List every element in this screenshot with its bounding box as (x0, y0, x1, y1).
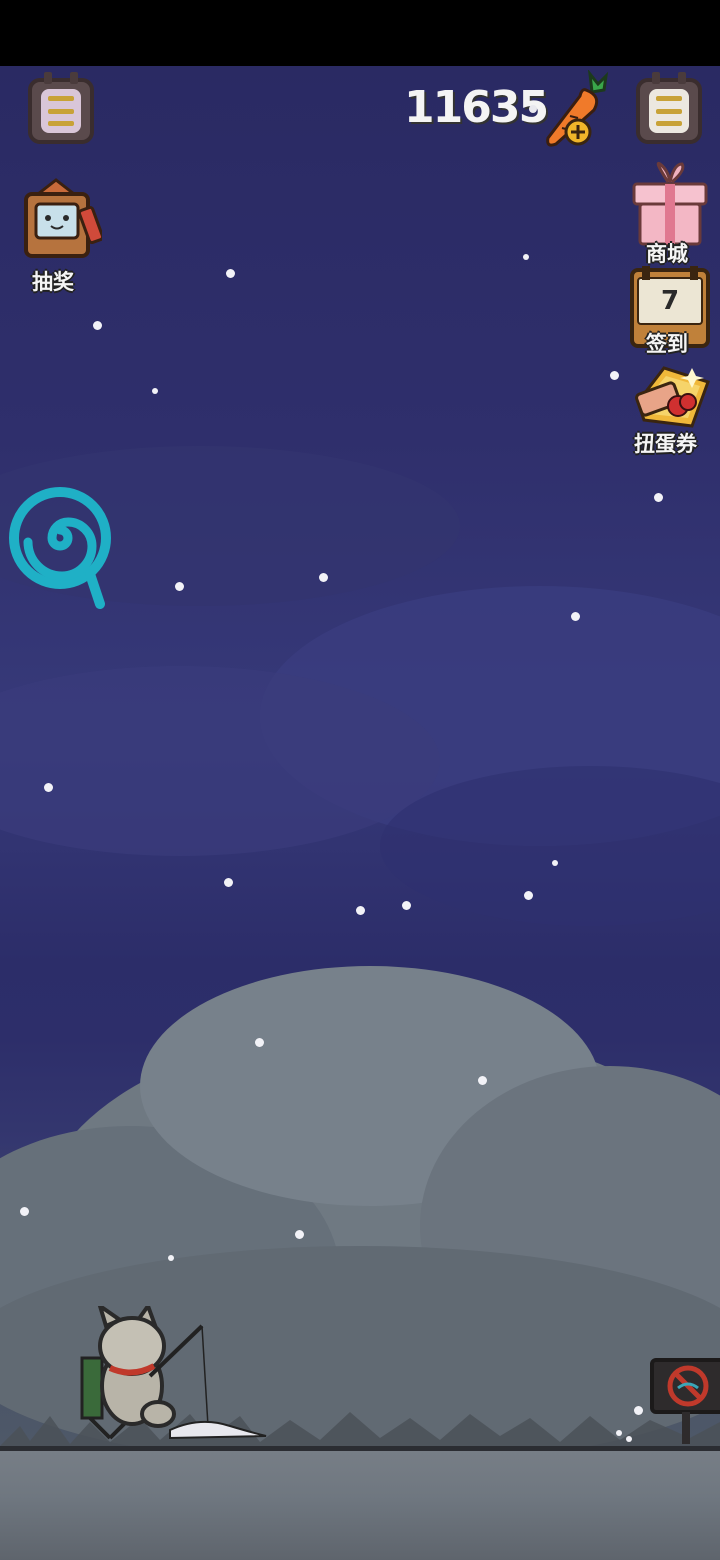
snowflake (524, 891, 533, 900)
ground (0, 1446, 720, 1560)
add-carrot-button[interactable] (540, 70, 612, 150)
gift-box-icon (632, 161, 708, 246)
snowflake (626, 1436, 632, 1442)
gacha-ticket-icon (635, 366, 710, 428)
snowflake (255, 1038, 264, 1047)
snowflake (634, 1406, 643, 1415)
rabbit-fishing-character[interactable] (70, 1306, 270, 1446)
spiral-lollipop-icon (9, 487, 111, 609)
checkin-day: 7 (660, 286, 680, 316)
sign-board[interactable] (648, 1354, 720, 1450)
spiral-lollipop-button[interactable] (8, 486, 114, 610)
checkin-label: 签到 (646, 332, 688, 356)
snowflake (93, 321, 102, 330)
carrot-count: 11635 (404, 82, 549, 133)
snowflake (552, 860, 558, 866)
snowflake (616, 1430, 622, 1436)
snowflake (295, 1230, 304, 1239)
snowflake (20, 1207, 29, 1216)
snowflake (224, 878, 233, 887)
checkin-button[interactable]: 7 签到 (628, 264, 712, 360)
snowflake (356, 906, 365, 915)
shop-button[interactable]: 商城 (628, 160, 712, 268)
menu-icon (649, 89, 689, 133)
lottery-label: 抽奖 (32, 270, 74, 294)
lottery-button[interactable]: 抽奖 (18, 178, 105, 296)
snowflake (478, 1076, 487, 1085)
snowflake (610, 371, 619, 380)
snowflake (654, 493, 663, 502)
snowflake (529, 105, 537, 113)
right-menu-button[interactable] (636, 72, 702, 144)
lottery-box-icon (24, 178, 105, 258)
snowflake (402, 901, 411, 910)
snowflake (319, 573, 328, 582)
status-bar (0, 0, 720, 66)
snowflake (175, 582, 184, 591)
snowflake (523, 254, 529, 260)
gacha-ticket-label: 扭蛋券 (634, 432, 697, 456)
snowflake (152, 388, 158, 394)
menu-icon (41, 89, 81, 133)
game-scene (0, 66, 720, 1560)
snowflake (226, 269, 235, 278)
snowflake (168, 1255, 174, 1261)
snowflake (571, 612, 580, 621)
gacha-ticket-button[interactable]: 扭蛋券 (626, 362, 720, 458)
carrot-plus-icon (546, 70, 609, 147)
left-menu-button[interactable] (28, 72, 94, 144)
snowflake (44, 783, 53, 792)
